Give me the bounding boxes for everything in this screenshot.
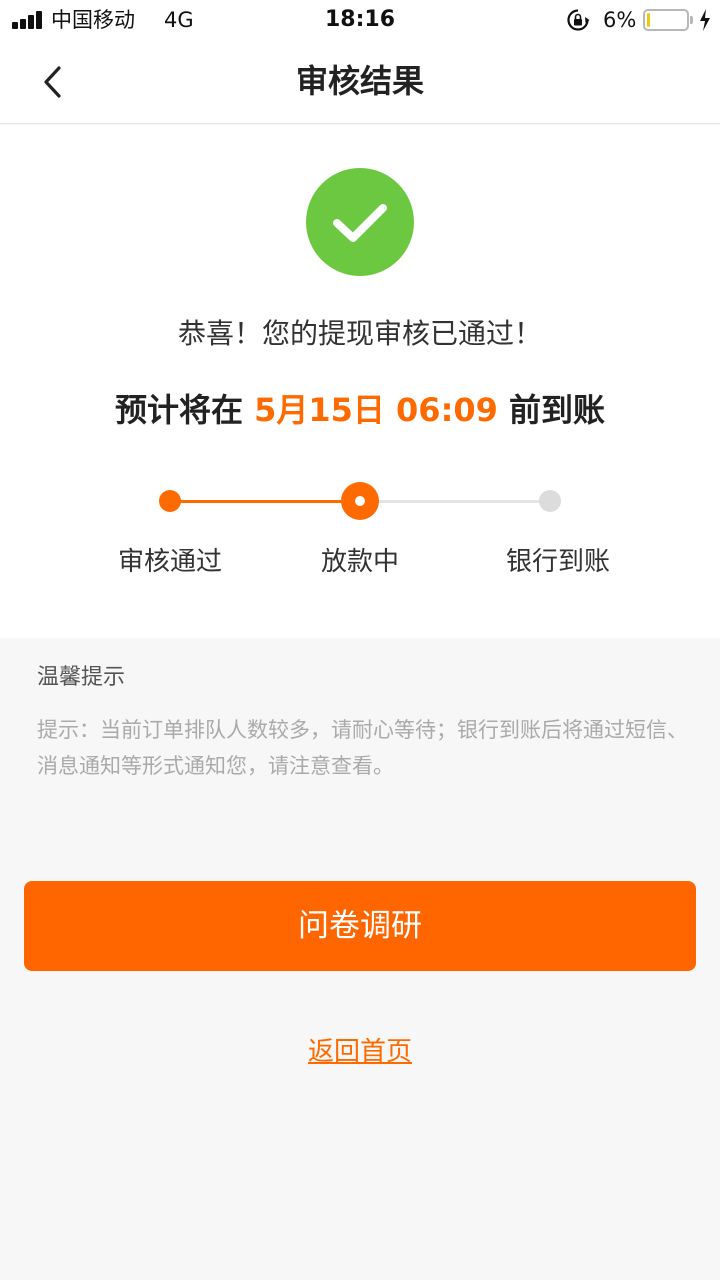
page-title: 审核结果 — [295, 62, 424, 100]
eta-suffix: 前到账 — [497, 391, 606, 429]
battery-percent: 6% — [603, 8, 637, 32]
tips-title: 温馨提示 — [37, 665, 126, 690]
survey-button[interactable]: 问卷调研 — [24, 881, 696, 971]
eta-prefix: 预计将在 — [114, 391, 255, 429]
return-home-link[interactable]: 返回首页 — [308, 1037, 412, 1067]
step-label-disbursing: 放款中 — [320, 547, 399, 577]
check-circle-icon — [306, 168, 414, 276]
arrival-estimate: 预计将在 5月15日 06:09 前到账 — [0, 389, 720, 431]
progress-line-pending — [360, 500, 550, 503]
tips-body: 提示：当前订单排队人数较多，请耐心等待；银行到账后将通过短信、消息通知等形式通知… — [37, 718, 688, 778]
charging-bolt-icon — [700, 9, 710, 31]
app-screen: 中国移动 4G 18:16 6% 审核结果 恭喜！您的提现审核已通过！ 预计将在… — [0, 0, 720, 1280]
battery-icon — [643, 9, 693, 31]
step-dot-current — [341, 482, 379, 520]
step-dot-pending — [539, 490, 561, 512]
success-message: 恭喜！您的提现审核已通过！ — [177, 317, 542, 350]
eta-date: 5月15日 06:09 — [254, 391, 498, 429]
step-label-review-passed: 审核通过 — [117, 547, 222, 577]
result-panel: 恭喜！您的提现审核已通过！ 预计将在 5月15日 06:09 前到账 审核通过 … — [0, 125, 720, 638]
status-bar: 中国移动 4G 18:16 6% — [0, 0, 720, 40]
home-link-row: 返回首页 — [0, 1034, 720, 1070]
lock-rotation-icon — [567, 9, 590, 31]
step-dot-done — [159, 490, 181, 512]
step-label-bank-arrival: 银行到账 — [505, 547, 610, 577]
progress-line-completed — [170, 500, 360, 503]
nav-bar: 审核结果 — [0, 40, 720, 124]
